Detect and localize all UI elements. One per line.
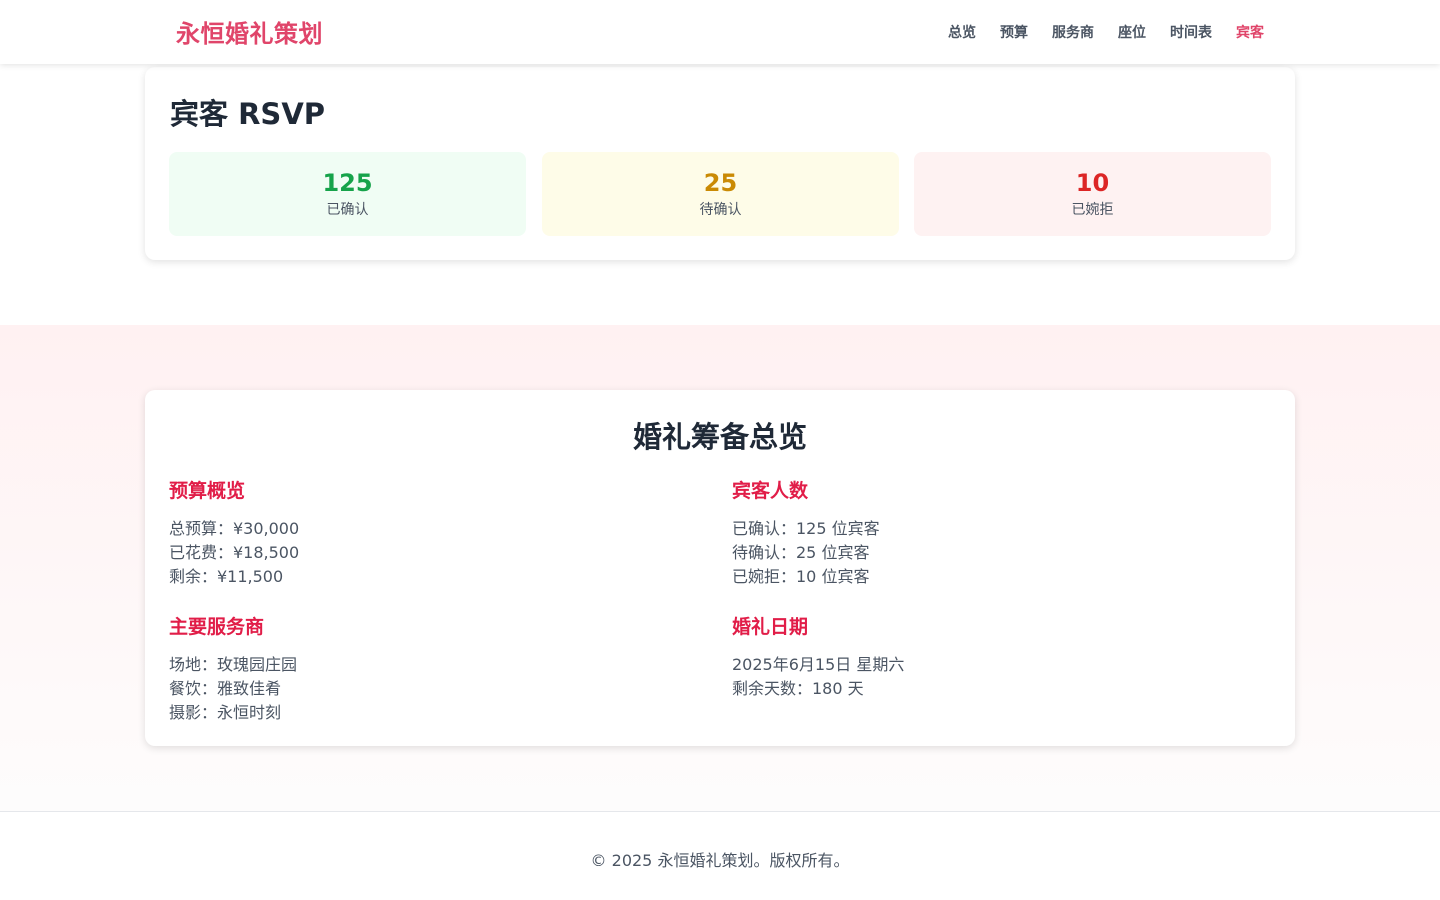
- vendor-heading: 主要服务商: [169, 616, 265, 638]
- brand-logo-text[interactable]: 永恒婚礼策划: [176, 14, 323, 49]
- overview-card: 婚礼筹备总览 预算概览 总预算：¥30,000 已花费：¥18,500 剩余：¥…: [145, 390, 1295, 746]
- guest-count-summary: 宾客人数 已确认：125 位宾客 待确认：25 位宾客 已婉拒：10 位宾客: [732, 476, 1272, 589]
- stat-declined-value: 10: [1075, 169, 1110, 197]
- budget-total: 总预算：¥30,000: [169, 519, 300, 538]
- wedding-date-summary: 婚礼日期 2025年6月15日 星期六 剩余天数：180 天: [732, 612, 1272, 701]
- stat-confirmed-label: 已确认: [326, 202, 369, 218]
- nav-item-timeline[interactable]: 时间表: [1170, 22, 1212, 42]
- stat-pending: 25 待确认: [542, 152, 899, 236]
- budget-spent: 已花费：¥18,500: [169, 543, 300, 562]
- budget-heading: 预算概览: [169, 480, 246, 502]
- budget-summary: 预算概览 总预算：¥30,000 已花费：¥18,500 剩余：¥11,500: [169, 476, 709, 589]
- main-nav: 总览 预算 服务商 座位 时间表 宾客: [924, 22, 1264, 42]
- vendor-summary: 主要服务商 场地：玫瑰园庄园 餐饮：雅致佳肴 摄影：永恒时刻: [169, 612, 709, 725]
- rsvp-card: 宾客 RSVP 125 已确认 25 待确认 10 已婉拒: [145, 67, 1295, 260]
- stat-confirmed: 125 已确认: [169, 152, 526, 236]
- stat-declined-label: 已婉拒: [1071, 202, 1114, 218]
- budget-remaining: 剩余：¥11,500: [169, 567, 284, 586]
- guest-count-heading: 宾客人数: [732, 480, 809, 502]
- nav-item-guests[interactable]: 宾客: [1236, 22, 1264, 42]
- copyright-text: © 2025 永恒婚礼策划。版权所有。: [590, 851, 850, 870]
- stat-declined: 10 已婉拒: [914, 152, 1271, 236]
- overview-section: 婚礼筹备总览 预算概览 总预算：¥30,000 已花费：¥18,500 剩余：¥…: [0, 325, 1440, 811]
- guest-pending: 待确认：25 位宾客: [732, 543, 870, 562]
- overview-title: 婚礼筹备总览: [632, 420, 807, 454]
- nav-item-seating[interactable]: 座位: [1118, 22, 1146, 42]
- nav-item-budget[interactable]: 预算: [1000, 22, 1028, 42]
- wedding-date-value: 2025年6月15日 星期六: [732, 655, 905, 674]
- guest-declined: 已婉拒：10 位宾客: [732, 567, 870, 586]
- vendor-venue: 场地：玫瑰园庄园: [169, 655, 298, 674]
- nav-item-overview[interactable]: 总览: [948, 22, 976, 42]
- days-remaining: 剩余天数：180 天: [732, 679, 864, 698]
- nav-item-vendors[interactable]: 服务商: [1052, 22, 1094, 42]
- page-footer: © 2025 永恒婚礼策划。版权所有。: [0, 811, 1440, 900]
- stat-pending-label: 待确认: [699, 202, 742, 218]
- vendor-catering: 餐饮：雅致佳肴: [169, 679, 282, 698]
- wedding-date-heading: 婚礼日期: [732, 616, 809, 638]
- rsvp-title: 宾客 RSVP: [170, 97, 326, 131]
- stat-confirmed-value: 125: [322, 169, 373, 197]
- vendor-photography: 摄影：永恒时刻: [169, 703, 282, 722]
- guest-confirmed: 已确认：125 位宾客: [732, 519, 880, 538]
- stat-pending-value: 25: [703, 169, 738, 197]
- top-navigation-bar: 永恒婚礼策划 总览 预算 服务商 座位 时间表 宾客: [0, 0, 1440, 64]
